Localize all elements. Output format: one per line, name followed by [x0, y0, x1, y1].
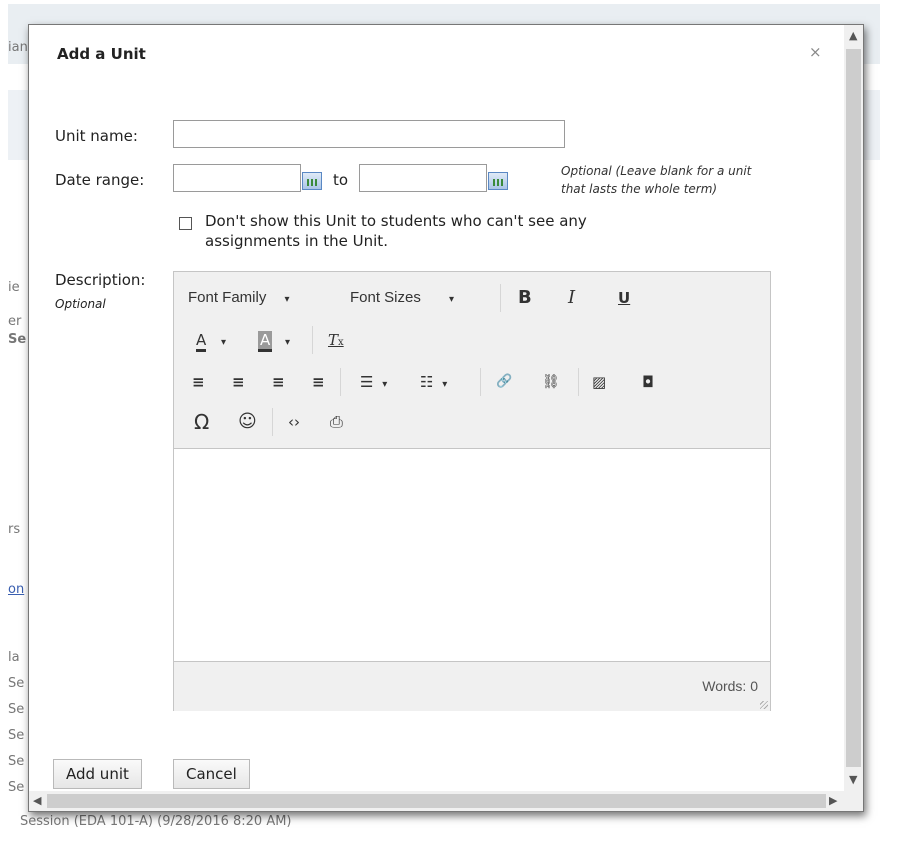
date-range-hint-line2: that lasts the whole term): [561, 182, 718, 196]
chevron-down-icon: ▾: [442, 379, 448, 390]
italic-button[interactable]: I: [568, 288, 575, 308]
link-icon[interactable]: 🔗: [496, 372, 512, 392]
media-icon[interactable]: ◘: [642, 372, 654, 392]
hide-unit-checkbox[interactable]: [179, 217, 192, 230]
image-icon[interactable]: ▨: [592, 372, 606, 392]
close-icon[interactable]: ×: [809, 43, 822, 61]
scroll-down-icon[interactable]: ▼: [849, 773, 857, 786]
emoticon-icon[interactable]: ☺: [238, 412, 257, 432]
date-range-hint-line1: Optional (Leave blank for a unit: [561, 164, 752, 178]
background-text: Se: [8, 780, 25, 795]
chevron-down-icon: ▾: [449, 294, 455, 305]
calendar-icon[interactable]: [302, 172, 322, 190]
toolbar-separator: [272, 408, 273, 436]
background-text: rs: [8, 522, 21, 537]
resize-grip-icon[interactable]: [760, 701, 768, 709]
chevron-down-icon: ▾: [285, 337, 291, 348]
font-family-label: Font Family: [188, 289, 267, 306]
background-text: Se: [8, 332, 27, 347]
description-optional-label: Optional: [55, 297, 106, 311]
background-text: Se: [8, 754, 25, 769]
editor-statusbar: Words: 0: [174, 661, 770, 711]
end-date-input[interactable]: [359, 164, 487, 192]
cancel-button[interactable]: Cancel: [173, 759, 250, 789]
unlink-icon[interactable]: ⛓: [542, 372, 560, 392]
bullet-list-icon: ☰: [360, 373, 374, 391]
scroll-right-icon[interactable]: ▶: [829, 794, 837, 807]
toolbar-separator: [500, 284, 501, 312]
date-range-label: Date range:: [55, 171, 145, 189]
font-sizes-dropdown[interactable]: Font Sizes ▾: [350, 288, 454, 310]
text-color-icon: A: [196, 331, 207, 352]
background-text: Se: [8, 728, 25, 743]
bg-color-icon: A: [258, 331, 273, 352]
font-sizes-label: Font Sizes: [350, 289, 421, 306]
numbered-list-button[interactable]: ☷ ▾: [420, 372, 447, 395]
horizontal-scroll-thumb[interactable]: [47, 794, 826, 808]
background-session-text: Session (EDA 101-A) (9/28/2016 8:20 AM): [20, 814, 292, 829]
background-text: er: [8, 314, 22, 329]
add-unit-button[interactable]: Add unit: [53, 759, 142, 789]
toolbar-separator: [480, 368, 481, 396]
clear-format-button[interactable]: Tx: [328, 330, 344, 353]
text-color-button[interactable]: A ▾: [196, 330, 226, 353]
background-text: Se: [8, 676, 25, 691]
print-icon[interactable]: ⎙: [330, 412, 343, 432]
clear-format-x: x: [338, 337, 344, 348]
word-count: Words: 0: [702, 678, 758, 694]
rich-text-editor: Font Family ▾ Font Sizes ▾ B I U A ▾ A ▾…: [173, 271, 771, 711]
align-justify-icon[interactable]: ≡: [312, 372, 325, 392]
scroll-left-icon[interactable]: ◀: [33, 794, 41, 807]
date-range-hint: Optional (Leave blank for a unit that la…: [561, 162, 751, 198]
date-range-to-label: to: [333, 171, 349, 189]
toolbar-separator: [578, 368, 579, 396]
numbered-list-icon: ☷: [420, 373, 434, 391]
background-link[interactable]: on: [8, 582, 24, 597]
chevron-down-icon: ▾: [221, 337, 227, 348]
calendar-icon[interactable]: [488, 172, 508, 190]
background-text: Se: [8, 702, 25, 717]
toolbar-separator: [340, 368, 341, 396]
unit-name-label: Unit name:: [55, 127, 138, 145]
bullet-list-button[interactable]: ☰ ▾: [360, 372, 387, 395]
background-text: ian: [8, 40, 28, 55]
hide-unit-text-line1: Don't show this Unit to students who can…: [205, 212, 587, 230]
vertical-scroll-thumb[interactable]: [846, 49, 861, 767]
underline-button[interactable]: U: [618, 288, 630, 308]
clear-format-icon: T: [328, 331, 339, 349]
dialog-content: Add a Unit × Unit name: Date range: to O…: [29, 25, 844, 791]
font-family-dropdown[interactable]: Font Family ▾: [188, 288, 290, 310]
bg-color-button[interactable]: A ▾: [258, 330, 290, 353]
editor-toolbar: Font Family ▾ Font Sizes ▾ B I U A ▾ A ▾…: [174, 272, 770, 449]
vertical-scrollbar[interactable]: ▲ ▼: [844, 25, 863, 791]
hide-unit-text-line2: assignments in the Unit.: [205, 232, 388, 250]
horizontal-scrollbar[interactable]: ◀ ▶: [29, 791, 844, 811]
bold-button[interactable]: B: [518, 288, 532, 308]
start-date-input[interactable]: [173, 164, 301, 192]
background-text: ie: [8, 280, 20, 295]
dialog-title: Add a Unit: [57, 45, 146, 63]
scrollbar-corner: [844, 791, 863, 811]
scroll-up-icon[interactable]: ▲: [849, 29, 857, 42]
special-character-icon[interactable]: Ω: [194, 412, 209, 432]
description-label: Description:: [55, 271, 146, 289]
align-right-icon[interactable]: ≡: [272, 372, 285, 392]
align-left-icon[interactable]: ≡: [192, 372, 205, 392]
chevron-down-icon: ▾: [382, 379, 388, 390]
background-text: la: [8, 650, 20, 665]
editor-content-area[interactable]: [174, 449, 770, 660]
add-unit-dialog: Add a Unit × Unit name: Date range: to O…: [28, 24, 864, 812]
toolbar-separator: [312, 326, 313, 354]
align-center-icon[interactable]: ≡: [232, 372, 245, 392]
code-icon[interactable]: ‹›: [288, 412, 300, 432]
chevron-down-icon: ▾: [284, 294, 290, 305]
unit-name-input[interactable]: [173, 120, 565, 148]
hide-unit-text: Don't show this Unit to students who can…: [205, 211, 587, 251]
